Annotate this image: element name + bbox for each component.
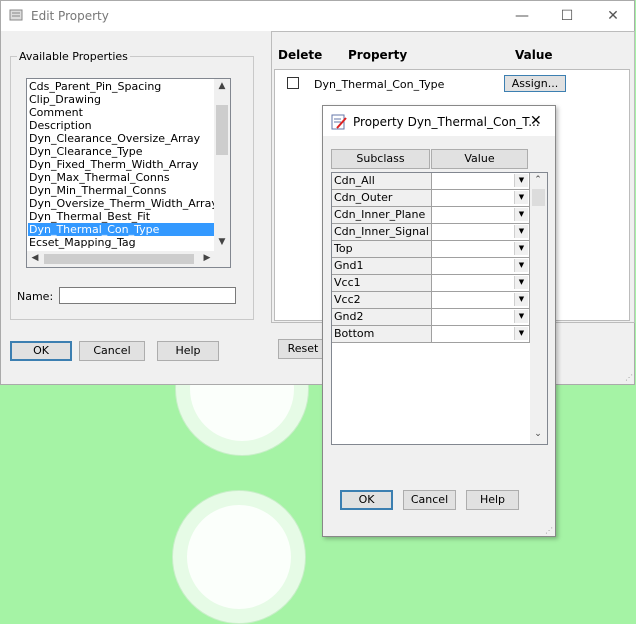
value-text [432, 241, 434, 254]
chevron-down-icon[interactable]: ▼ [514, 293, 528, 306]
subclass-cell: Vcc2 [332, 292, 432, 309]
maximize-icon[interactable]: ☐ [552, 6, 582, 26]
dialog-help-button[interactable]: Help [466, 490, 519, 510]
chevron-down-icon[interactable]: ▼ [514, 327, 528, 340]
name-input[interactable] [59, 287, 236, 304]
subclass-cell: Gnd2 [332, 309, 432, 326]
delete-checkbox[interactable] [287, 77, 299, 89]
value-text [432, 275, 434, 288]
available-properties-label: Available Properties [19, 50, 128, 63]
canvas-pad-bottom [172, 490, 306, 624]
subclass-cell: Bottom [332, 326, 432, 343]
delete-header: Delete [278, 48, 323, 62]
chevron-down-icon[interactable]: ▼ [514, 208, 528, 221]
list-item[interactable]: Comment [29, 106, 83, 119]
subclass-cell: Cdn_Inner_Plane [332, 207, 432, 224]
dialog-title-bar: Property Dyn_Thermal_Con_T... ✕ [323, 106, 555, 136]
scroll-right-icon[interactable]: ▶ [199, 253, 215, 263]
subclass-cell: Top [332, 241, 432, 258]
value-text [432, 224, 434, 237]
grid-vertical-scrollbar[interactable]: ⌃ ⌄ [530, 173, 547, 444]
grid-scroll-thumb[interactable] [532, 189, 545, 206]
close-icon[interactable]: ✕ [598, 6, 628, 26]
value-dropdown[interactable]: ▼ [432, 241, 530, 258]
window-title: Edit Property [31, 9, 109, 23]
subclass-cell: Cdn_All [332, 173, 432, 190]
assign-button[interactable]: Assign... [504, 75, 566, 92]
value-dropdown[interactable]: ▼ [432, 292, 530, 309]
grid-scroll-up-icon[interactable]: ⌃ [530, 175, 546, 185]
value-text [432, 190, 434, 203]
dialog-close-icon[interactable]: ✕ [530, 113, 542, 129]
list-horizontal-scrollbar[interactable]: ◀ ▶ [27, 251, 214, 267]
dialog-title: Property Dyn_Thermal_Con_T... [353, 115, 540, 129]
subclass-cell: Vcc1 [332, 275, 432, 292]
value-header: Value [515, 48, 553, 62]
value-text [432, 207, 434, 220]
chevron-down-icon[interactable]: ▼ [514, 191, 528, 204]
chevron-down-icon[interactable]: ▼ [514, 174, 528, 187]
cancel-button[interactable]: Cancel [79, 341, 145, 361]
dialog-resize-grip-icon[interactable]: ⋰ [545, 526, 553, 535]
list-item[interactable]: Dyn_Clearance_Oversize_Array [29, 132, 200, 145]
scroll-up-icon[interactable]: ▲ [214, 81, 230, 91]
edit-property-icon [331, 114, 347, 130]
name-label: Name: [17, 290, 54, 303]
ok-button[interactable]: OK [10, 341, 72, 361]
available-properties-list[interactable]: Cds_Parent_Pin_Spacing Clip_Drawing Commen… [26, 78, 231, 268]
minimize-icon[interactable]: — [507, 6, 537, 26]
list-item[interactable]: Ecset_Mapping_Tag [29, 236, 136, 249]
value-dropdown[interactable]: ▼ [432, 258, 530, 275]
subclass-value-grid[interactable]: Cdn_All ▼ Cdn_Outer ▼ Cdn_Inner_Plane ▼ Cdn_In… [331, 172, 548, 445]
list-vertical-scrollbar[interactable]: ▲ ▼ [214, 79, 230, 251]
value-dropdown[interactable]: ▼ [432, 207, 530, 224]
value-dropdown[interactable]: ▼ [432, 190, 530, 207]
help-button[interactable]: Help [157, 341, 219, 361]
value-text [432, 292, 434, 305]
list-item[interactable]: Description [29, 119, 92, 132]
scroll-thumb[interactable] [216, 105, 228, 155]
list-item[interactable]: Dyn_Thermal_Con_Type [28, 223, 215, 236]
chevron-down-icon[interactable]: ▼ [514, 242, 528, 255]
list-item[interactable]: Clip_Drawing [29, 93, 101, 106]
list-item[interactable]: Dyn_Max_Thermal_Conns [29, 171, 170, 184]
subclass-cell: Cdn_Inner_Signal [332, 224, 432, 241]
value-dropdown[interactable]: ▼ [432, 326, 530, 343]
subclass-cell: Gnd1 [332, 258, 432, 275]
title-bar: Edit Property — ☐ ✕ [1, 1, 634, 31]
value-column-header[interactable]: Value [431, 149, 528, 169]
hscroll-thumb[interactable] [44, 254, 194, 264]
reset-button[interactable]: Reset [278, 339, 328, 359]
value-dropdown[interactable]: ▼ [432, 224, 530, 241]
chevron-down-icon[interactable]: ▼ [514, 259, 528, 272]
chevron-down-icon[interactable]: ▼ [514, 225, 528, 238]
grid-scroll-down-icon[interactable]: ⌄ [530, 429, 546, 439]
dialog-ok-button[interactable]: OK [340, 490, 393, 510]
value-dropdown[interactable]: ▼ [432, 275, 530, 292]
property-header: Property [348, 48, 408, 62]
value-dropdown[interactable]: ▼ [432, 173, 530, 190]
list-item[interactable]: Cds_Parent_Pin_Spacing [29, 80, 161, 93]
chevron-down-icon[interactable]: ▼ [514, 310, 528, 323]
resize-grip-icon[interactable]: ⋰ [625, 373, 633, 382]
chevron-down-icon[interactable]: ▼ [514, 276, 528, 289]
scroll-left-icon[interactable]: ◀ [27, 253, 43, 263]
list-item[interactable]: Dyn_Oversize_Therm_Width_Array [29, 197, 218, 210]
dialog-cancel-button[interactable]: Cancel [403, 490, 456, 510]
value-dropdown[interactable]: ▼ [432, 309, 530, 326]
list-item[interactable]: Dyn_Min_Thermal_Conns [29, 184, 166, 197]
list-item[interactable]: Dyn_Clearance_Type [29, 145, 143, 158]
property-name-cell: Dyn_Thermal_Con_Type [314, 78, 445, 91]
list-item[interactable]: Dyn_Thermal_Best_Fit [29, 210, 150, 223]
list-item[interactable]: Dyn_Fixed_Therm_Width_Array [29, 158, 199, 171]
subclass-cell: Cdn_Outer [332, 190, 432, 207]
subclass-column-header[interactable]: Subclass [331, 149, 430, 169]
scroll-down-icon[interactable]: ▼ [214, 237, 230, 247]
value-text [432, 258, 434, 271]
property-window-icon [9, 8, 23, 22]
value-text [432, 309, 434, 322]
value-text [432, 173, 434, 186]
value-text [432, 326, 434, 339]
